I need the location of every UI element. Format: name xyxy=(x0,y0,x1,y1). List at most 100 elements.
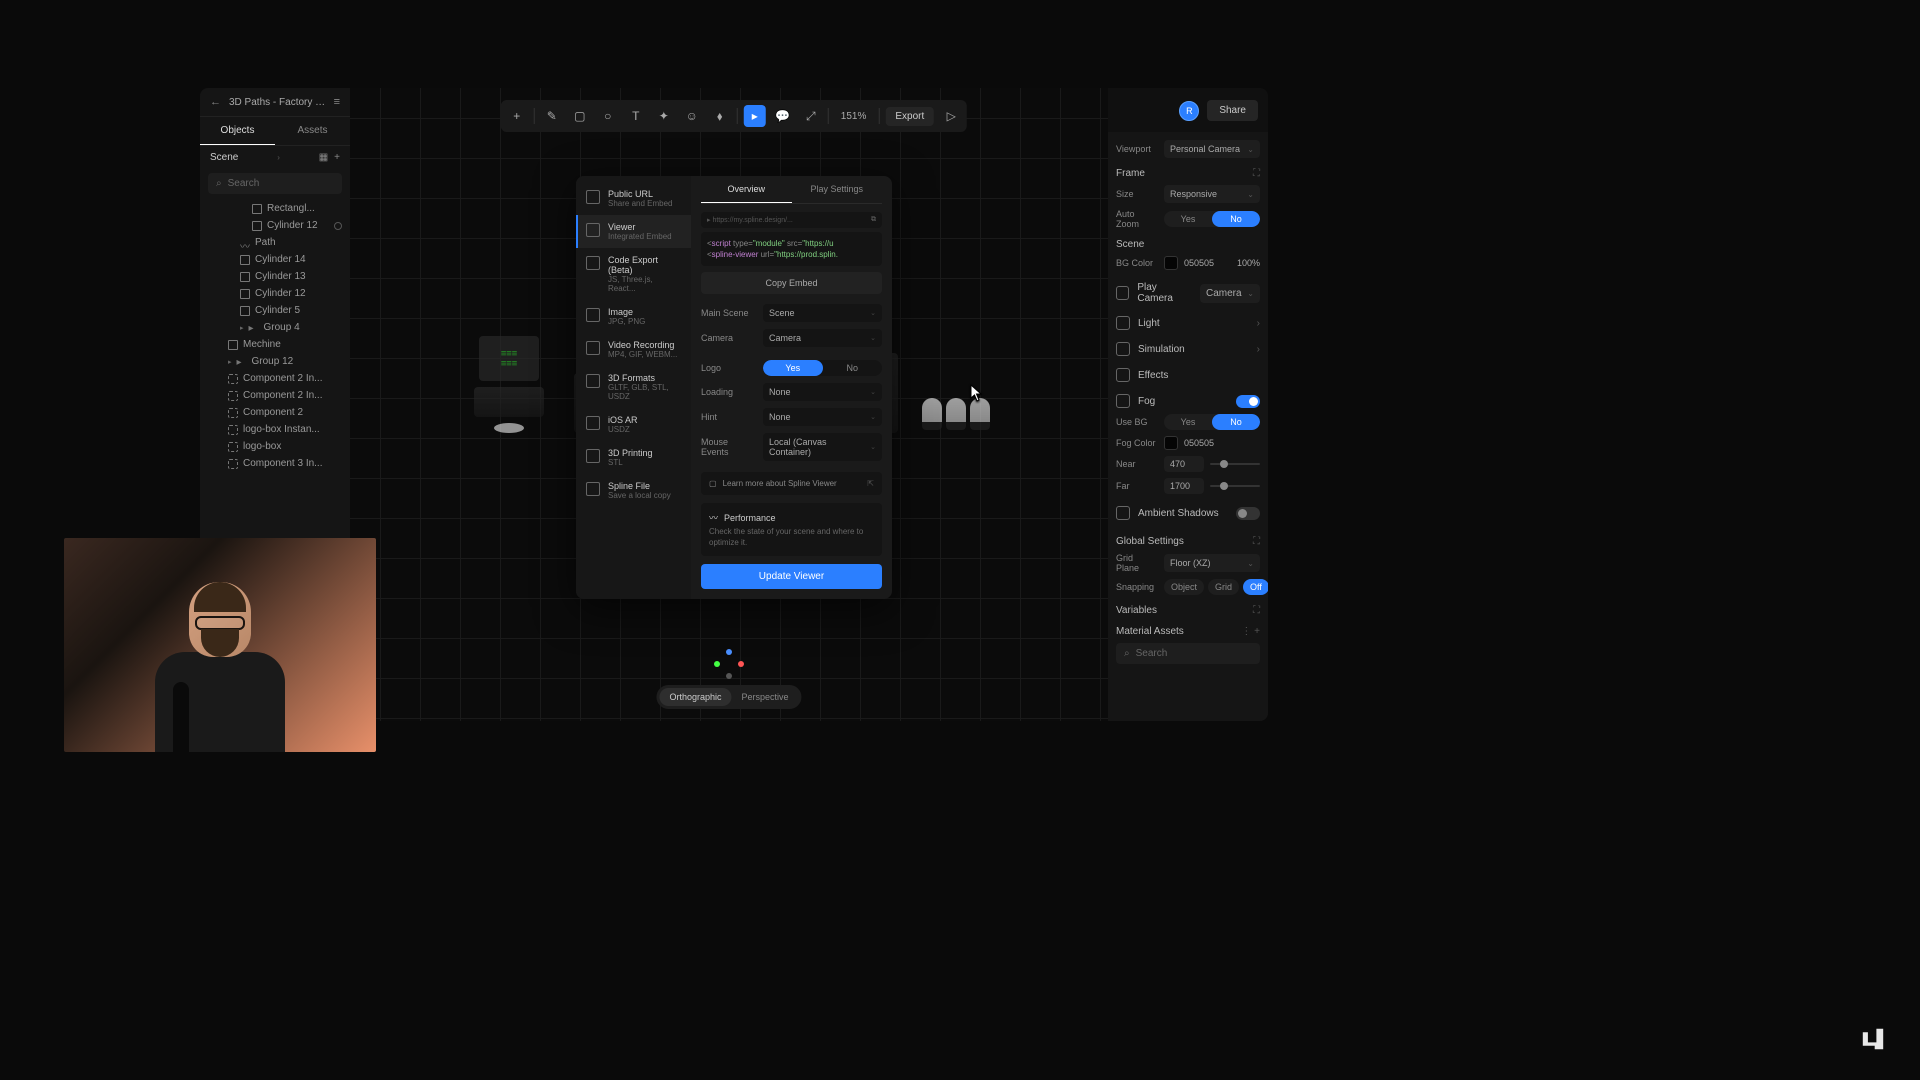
gridplane-select[interactable]: Floor (XZ)⌄ xyxy=(1164,554,1260,572)
light-row[interactable]: Light› xyxy=(1116,310,1260,336)
size-select[interactable]: Responsive⌄ xyxy=(1164,185,1260,203)
tree-item[interactable]: Component 2 In... xyxy=(200,387,350,404)
learn-more-link[interactable]: ▢Learn more about Spline Viewer⇱ xyxy=(701,472,882,495)
pen-tool-icon[interactable]: ✎ xyxy=(541,105,563,127)
snap-off[interactable]: Off xyxy=(1243,579,1268,595)
snap-object[interactable]: Object xyxy=(1164,579,1204,595)
autozoom-toggle[interactable]: YesNo xyxy=(1164,211,1260,227)
snap-grid[interactable]: Grid xyxy=(1208,579,1239,595)
text-tool-icon[interactable]: T xyxy=(625,105,647,127)
tree-item[interactable]: Rectangl... xyxy=(200,200,350,217)
tab-objects[interactable]: Objects xyxy=(200,117,275,145)
materials-search[interactable]: ⌕Search xyxy=(1116,643,1260,664)
tree-item[interactable]: Mechine xyxy=(200,336,350,353)
far-value[interactable]: 1700 xyxy=(1164,478,1204,494)
tree-item[interactable]: Component 3 In... xyxy=(200,455,350,472)
ellipse-tool-icon[interactable]: ○ xyxy=(597,105,619,127)
play-tool-button[interactable]: ▸ xyxy=(744,105,766,127)
tree-item[interactable]: Path xyxy=(200,234,350,251)
export-option-ios-ar[interactable]: iOS ARUSDZ xyxy=(576,408,691,441)
main-scene-select[interactable]: Scene⌄ xyxy=(763,304,882,322)
star-tool-icon[interactable]: ✦ xyxy=(653,105,675,127)
tag-tool-icon[interactable]: ⬧ xyxy=(709,105,731,127)
frame-tool-icon[interactable]: ⤢ xyxy=(800,105,822,127)
mouse-events-select[interactable]: Local (Canvas Container)⌄ xyxy=(763,433,882,461)
comp-icon xyxy=(228,374,238,384)
fog-row[interactable]: Fog xyxy=(1116,388,1260,414)
performance-card[interactable]: 〰Performance Check the state of your sce… xyxy=(701,503,882,556)
tree-item[interactable]: logo-box xyxy=(200,438,350,455)
tree-item[interactable]: Cylinder 14 xyxy=(200,251,350,268)
export-option-spline-file[interactable]: Spline FileSave a local copy xyxy=(576,474,691,507)
share-button[interactable]: Share xyxy=(1207,100,1258,121)
viewport-camera-select[interactable]: Personal Camera⌄ xyxy=(1164,140,1260,158)
layout-icon[interactable]: ▦ xyxy=(319,152,328,163)
ambient-toggle[interactable] xyxy=(1236,507,1260,520)
add-icon[interactable]: + xyxy=(334,152,340,163)
update-viewer-button[interactable]: Update Viewer xyxy=(701,564,882,589)
tab-play-settings[interactable]: Play Settings xyxy=(792,176,883,203)
user-avatar[interactable]: R xyxy=(1179,101,1199,121)
variables-header[interactable]: Variables⛶ xyxy=(1116,605,1260,616)
menu-icon[interactable]: ≡ xyxy=(334,96,340,108)
scene-row[interactable]: Scene › ▦ + xyxy=(200,146,350,169)
tree-item[interactable]: Cylinder 12 xyxy=(200,285,350,302)
copy-embed-button[interactable]: Copy Embed xyxy=(701,272,882,294)
tree-item[interactable]: Cylinder 12 xyxy=(200,217,350,234)
bgcolor-swatch[interactable] xyxy=(1164,256,1178,270)
tree-item[interactable]: Cylinder 13 xyxy=(200,268,350,285)
back-icon[interactable]: ← xyxy=(210,96,221,108)
near-value[interactable]: 470 xyxy=(1164,456,1204,472)
add-object-button[interactable]: + xyxy=(506,105,528,127)
tree-item[interactable]: Cylinder 5 xyxy=(200,302,350,319)
export-option-viewer[interactable]: ViewerIntegrated Embed xyxy=(576,215,691,248)
projection-orthographic[interactable]: Orthographic xyxy=(659,688,731,706)
camera-select[interactable]: Camera⌄ xyxy=(763,329,882,347)
emoji-tool-icon[interactable]: ☺ xyxy=(681,105,703,127)
fogcolor-swatch[interactable] xyxy=(1164,436,1178,450)
tree-item[interactable]: ▸Group 4 xyxy=(200,319,350,336)
far-slider[interactable] xyxy=(1210,485,1260,487)
preview-play-icon[interactable]: ▷ xyxy=(940,105,962,127)
copy-url-icon[interactable]: ⧉ xyxy=(871,216,876,224)
tree-item[interactable]: Component 2 xyxy=(200,404,350,421)
ambient-shadows-row[interactable]: Ambient Shadows xyxy=(1116,500,1260,526)
bgcolor-value[interactable]: 050505 xyxy=(1184,258,1214,268)
global-expand-icon[interactable]: ⛶ xyxy=(1253,536,1260,547)
fog-toggle[interactable] xyxy=(1236,395,1260,408)
view-gizmo[interactable] xyxy=(714,649,744,679)
embed-code-block[interactable]: <script type="module" src="https://u <sp… xyxy=(701,232,882,266)
export-option-video-recording[interactable]: Video RecordingMP4, GIF, WEBM... xyxy=(576,333,691,366)
search-input[interactable]: ⌕ Search xyxy=(208,173,342,194)
export-option-3d-printing[interactable]: 3D PrintingSTL xyxy=(576,441,691,474)
loading-select[interactable]: None⌄ xyxy=(763,383,882,401)
play-camera-row[interactable]: Play Camera Camera⌄ xyxy=(1116,276,1260,310)
fogcolor-value[interactable]: 050505 xyxy=(1184,438,1214,448)
export-option-public-url[interactable]: Public URLShare and Embed xyxy=(576,182,691,215)
usebg-toggle[interactable]: YesNo xyxy=(1164,414,1260,430)
effects-row[interactable]: Effects xyxy=(1116,362,1260,388)
export-option-image[interactable]: ImageJPG, PNG xyxy=(576,300,691,333)
frame-expand-icon[interactable]: ⛶ xyxy=(1253,168,1260,179)
export-button[interactable]: Export xyxy=(885,107,934,126)
tab-overview[interactable]: Overview xyxy=(701,176,792,203)
visibility-icon[interactable] xyxy=(334,222,342,230)
hint-select[interactable]: None⌄ xyxy=(763,408,882,426)
projection-switch[interactable]: Orthographic Perspective xyxy=(656,685,801,709)
rectangle-tool-icon[interactable]: ▢ xyxy=(569,105,591,127)
export-option-code-export-beta-[interactable]: Code Export (Beta)JS, Three.js, React... xyxy=(576,248,691,300)
tree-item[interactable]: Component 2 In... xyxy=(200,370,350,387)
bgcolor-opacity[interactable]: 100% xyxy=(1237,258,1260,268)
comment-tool-icon[interactable]: 💬 xyxy=(772,105,794,127)
logo-toggle[interactable]: YesNo xyxy=(763,360,882,376)
play-camera-select[interactable]: Camera⌄ xyxy=(1200,284,1260,303)
tree-item[interactable]: ▸Group 12 xyxy=(200,353,350,370)
material-assets-header[interactable]: Material Assets⋮ + xyxy=(1116,626,1260,637)
export-option-3d-formats[interactable]: 3D FormatsGLTF, GLB, STL, USDZ xyxy=(576,366,691,408)
near-slider[interactable] xyxy=(1210,463,1260,465)
tree-item[interactable]: logo-box Instan... xyxy=(200,421,350,438)
zoom-level[interactable]: 151% xyxy=(835,111,873,122)
tab-assets[interactable]: Assets xyxy=(275,117,350,145)
projection-perspective[interactable]: Perspective xyxy=(732,688,799,706)
simulation-row[interactable]: Simulation› xyxy=(1116,336,1260,362)
